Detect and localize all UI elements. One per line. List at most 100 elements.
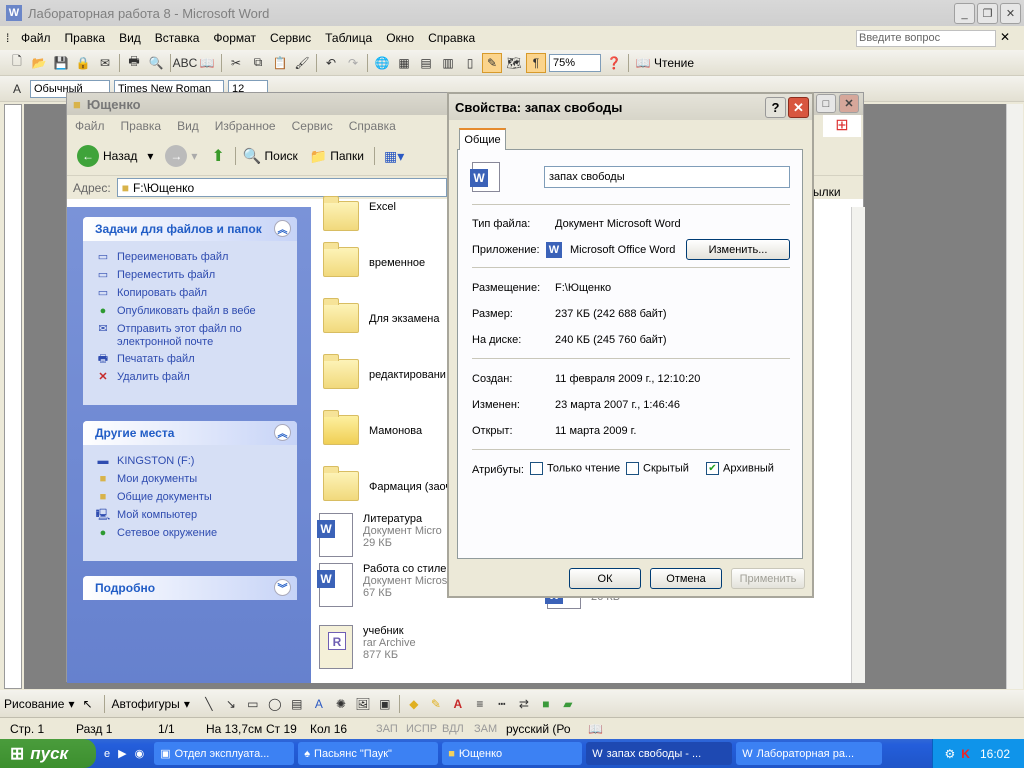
menu-file[interactable]: Файл [14,31,58,45]
dash-style-icon[interactable]: ┅ [492,694,512,714]
arrow-icon[interactable]: ↘ [221,694,241,714]
forward-icon[interactable]: → [165,145,188,167]
permission-icon[interactable]: 🔒 [73,53,93,73]
taskbar-item[interactable]: Wзапах свободы - ... [586,742,733,765]
place-my-computer[interactable]: 🖳 Мой компьютер [95,509,297,523]
file-item[interactable]: W Литература Документ Micro 29 КБ [317,513,442,557]
diagram-icon[interactable]: ✺ [331,694,351,714]
readonly-checkbox[interactable]: Только чтение [530,462,620,475]
expand-icon[interactable]: ︾ [274,579,291,596]
taskbar-item[interactable]: W Лабораторная ра... [736,742,883,765]
read-icon[interactable]: 📖 [633,53,653,73]
file-item[interactable]: Для экзамена [323,298,439,333]
back-icon[interactable]: ← [77,145,99,167]
oval-icon[interactable]: ◯ [265,694,285,714]
file-item[interactable]: временное [323,242,425,277]
explorer-menu-file[interactable]: Файл [67,119,113,133]
file-item[interactable]: Excel [323,196,396,231]
menu-tools[interactable]: Сервис [263,31,318,45]
explorer-maximize-button[interactable]: □ [816,94,836,113]
menu-table[interactable]: Таблица [318,31,379,45]
details-header[interactable]: Подробно ︾ [83,576,297,600]
cancel-button[interactable]: Отмена [650,568,722,589]
restore-button[interactable]: ❐ [977,3,998,24]
taskbar-item[interactable]: ♠ Пасьянс "Паук" [298,742,439,765]
textbox-icon[interactable]: ▤ [287,694,307,714]
status-ovr[interactable]: ЗАМ [474,723,506,735]
back-dropdown-icon[interactable]: ▾ [147,149,153,163]
draw-menu[interactable]: Рисование [4,697,64,711]
menu-insert[interactable]: Вставка [148,31,207,45]
dropdown-icon[interactable]: ▾ [68,697,74,711]
task-publish[interactable]: ● Опубликовать файл в вебе [95,305,297,319]
styles-icon[interactable]: A [7,79,27,99]
close-button[interactable]: ✕ [1000,3,1021,24]
explorer-menu-tools[interactable]: Сервис [284,119,341,133]
hidden-checkbox[interactable]: Скрытый [626,462,689,475]
drawing-icon[interactable]: ✎ [482,52,502,73]
undo-icon[interactable]: ↶ [321,53,341,73]
taskbar-item[interactable]: ■ Ющенко [442,742,583,765]
explorer-menu-view[interactable]: Вид [169,119,207,133]
change-button[interactable]: Изменить... [686,239,790,260]
line-style-icon[interactable]: ≡ [470,694,490,714]
file-item[interactable]: Фармация (заоч [323,466,451,501]
collapse-icon[interactable]: ︽ [274,424,291,441]
copy-icon[interactable]: ⧉ [248,53,268,73]
place-shared-documents[interactable]: ■ Общие документы [95,491,297,505]
insert-table-icon[interactable]: ▤ [416,53,436,73]
minimize-button[interactable]: _ [954,3,975,24]
close-doc-icon[interactable]: ✕ [1000,30,1010,44]
file-tasks-header[interactable]: Задачи для файлов и папок ︽ [83,217,297,241]
ie-icon[interactable]: e [104,748,110,760]
status-ext[interactable]: ВДЛ [442,723,474,735]
shadow-icon[interactable]: ■ [536,694,556,714]
taskbar-item[interactable]: ▣ Отдел эксплуата... [154,742,295,765]
tables-borders-icon[interactable]: ▦ [394,53,414,73]
document-map-icon[interactable]: 🗺 [504,53,524,73]
back-label[interactable]: Назад [103,149,137,163]
task-email[interactable]: ✉ Отправить этот файл по электронной почт… [95,323,297,349]
hyperlink-icon[interactable]: 🌐 [372,53,392,73]
search-icon[interactable]: 🔍 [243,147,262,165]
columns-icon[interactable]: ▯ [460,53,480,73]
tray-icon[interactable]: ⚙ [945,747,956,761]
insert-excel-icon[interactable]: ▥ [438,53,458,73]
format-painter-icon[interactable]: 🖌 [292,53,312,73]
menu-window[interactable]: Окно [379,31,421,45]
task-print[interactable]: 🖶 Печатать файл [95,353,297,367]
research-icon[interactable]: 📖 [197,53,217,73]
explorer-close-button[interactable]: ✕ [839,94,859,113]
new-icon[interactable]: 🗋 [7,53,27,73]
autoshapes-menu[interactable]: Автофигуры [112,697,180,711]
menu-view[interactable]: Вид [112,31,148,45]
cut-icon[interactable]: ✂ [226,53,246,73]
spelling-status-icon[interactable]: 📖 [588,722,603,736]
archive-checkbox[interactable]: ✔ Архивный [706,462,774,475]
menu-help[interactable]: Справка [421,31,482,45]
explorer-menu-edit[interactable]: Правка [113,119,170,133]
select-objects-icon[interactable]: ↖ [82,697,92,711]
start-button[interactable]: ⊞ пуск [0,739,96,768]
wordart-icon[interactable]: A [309,694,329,714]
explorer-menu-favorites[interactable]: Избранное [207,119,284,133]
place-kingston[interactable]: ▬ KINGSTON (F:) [95,455,297,469]
ok-button[interactable]: ОК [569,568,641,589]
file-item[interactable]: Мамонова [323,410,422,445]
task-delete[interactable]: ✕ Удалить файл [95,371,297,385]
fill-color-icon[interactable]: ◆ [404,694,424,714]
collapse-icon[interactable]: ︽ [274,220,291,237]
address-input[interactable]: ■ F:\Ющенко [116,178,447,197]
email-icon[interactable]: ✉ [95,53,115,73]
line-icon[interactable]: ╲ [199,694,219,714]
menu-edit[interactable]: Правка [58,31,113,45]
forward-dropdown-icon[interactable]: ▾ [191,149,197,163]
antivirus-icon[interactable]: K [961,747,970,761]
folders-label[interactable]: Папки [330,149,364,163]
folders-icon[interactable]: 📁 [310,148,327,165]
other-places-header[interactable]: Другие места ︽ [83,421,297,445]
print-icon[interactable]: 🖶 [124,53,144,73]
search-label[interactable]: Поиск [265,149,298,163]
explorer-menu-help[interactable]: Справка [341,119,404,133]
views-icon[interactable]: ▦▾ [384,148,404,165]
